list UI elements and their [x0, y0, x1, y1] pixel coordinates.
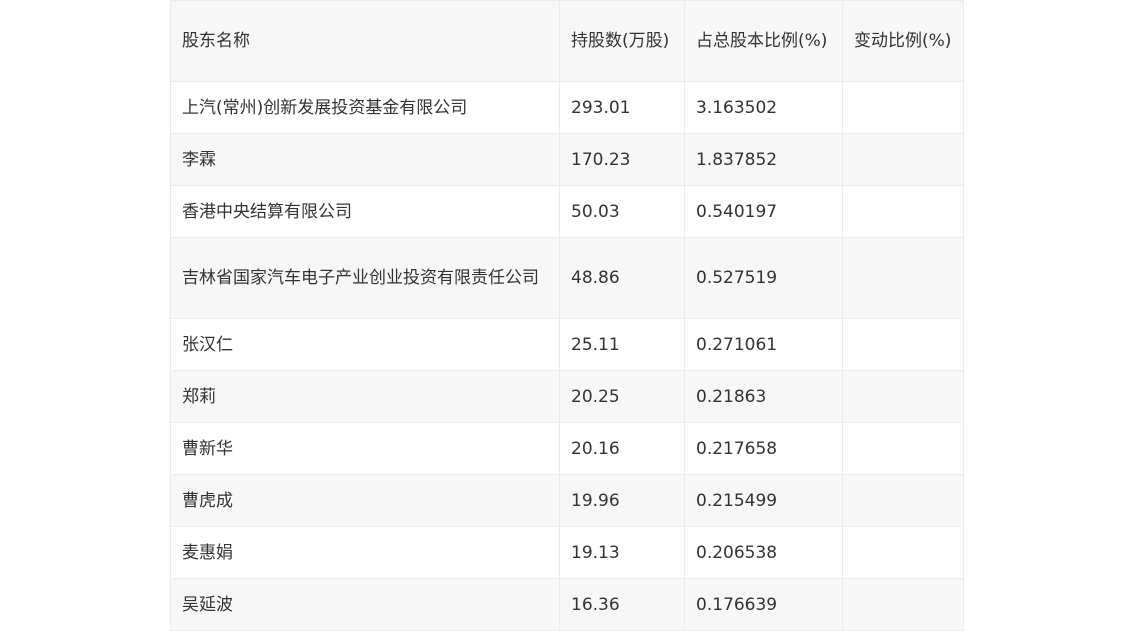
table-row: 吴延波 16.36 0.176639: [170, 578, 964, 631]
cell-share-ratio: 0.271061: [684, 318, 843, 371]
table-row: 吉林省国家汽车电子产业创业投资有限责任公司 48.86 0.527519: [170, 237, 964, 319]
cell-shares-held: 20.25: [559, 370, 685, 423]
table-row: 郑莉 20.25 0.21863: [170, 370, 964, 423]
cell-shareholder-name: 上汽(常州)创新发展投资基金有限公司: [170, 81, 560, 134]
table-row: 李霖 170.23 1.837852: [170, 133, 964, 186]
cell-shares-held: 170.23: [559, 133, 685, 186]
cell-change-ratio: [842, 237, 964, 319]
cell-change-ratio: [842, 133, 964, 186]
table-row: 张汉仁 25.11 0.271061: [170, 318, 964, 371]
table-row: 曹新华 20.16 0.217658: [170, 422, 964, 475]
table-header: 股东名称 持股数(万股) 占总股本比例(%) 变动比例(%): [170, 0, 964, 82]
cell-change-ratio: [842, 318, 964, 371]
cell-shareholder-name: 曹虎成: [170, 474, 560, 527]
header-change-ratio: 变动比例(%): [842, 0, 964, 82]
shareholder-table-container: 股东名称 持股数(万股) 占总股本比例(%) 变动比例(%) 上汽(常州)创新发…: [170, 0, 964, 631]
cell-change-ratio: [842, 81, 964, 134]
cell-share-ratio: 0.527519: [684, 237, 843, 319]
header-shareholder-name: 股东名称: [170, 0, 560, 82]
table-row: 麦惠娟 19.13 0.206538: [170, 526, 964, 579]
header-shares-held: 持股数(万股): [559, 0, 685, 82]
cell-shares-held: 48.86: [559, 237, 685, 319]
cell-shareholder-name: 吴延波: [170, 578, 560, 631]
cell-change-ratio: [842, 578, 964, 631]
cell-share-ratio: 0.176639: [684, 578, 843, 631]
cell-shareholder-name: 香港中央结算有限公司: [170, 185, 560, 238]
cell-shares-held: 19.13: [559, 526, 685, 579]
cell-shareholder-name: 曹新华: [170, 422, 560, 475]
cell-shares-held: 50.03: [559, 185, 685, 238]
cell-shareholder-name: 麦惠娟: [170, 526, 560, 579]
cell-shares-held: 25.11: [559, 318, 685, 371]
cell-share-ratio: 0.215499: [684, 474, 843, 527]
cell-share-ratio: 0.21863: [684, 370, 843, 423]
cell-shares-held: 16.36: [559, 578, 685, 631]
cell-change-ratio: [842, 422, 964, 475]
header-share-ratio: 占总股本比例(%): [684, 0, 843, 82]
cell-change-ratio: [842, 526, 964, 579]
cell-share-ratio: 0.206538: [684, 526, 843, 579]
cell-change-ratio: [842, 474, 964, 527]
table-row: 曹虎成 19.96 0.215499: [170, 474, 964, 527]
cell-shareholder-name: 郑莉: [170, 370, 560, 423]
cell-share-ratio: 1.837852: [684, 133, 843, 186]
cell-share-ratio: 0.540197: [684, 185, 843, 238]
cell-shareholder-name: 吉林省国家汽车电子产业创业投资有限责任公司: [170, 237, 560, 319]
cell-change-ratio: [842, 185, 964, 238]
cell-shareholder-name: 李霖: [170, 133, 560, 186]
table-row: 香港中央结算有限公司 50.03 0.540197: [170, 185, 964, 238]
cell-change-ratio: [842, 370, 964, 423]
shareholder-table: 股东名称 持股数(万股) 占总股本比例(%) 变动比例(%) 上汽(常州)创新发…: [170, 0, 964, 631]
table-row: 上汽(常州)创新发展投资基金有限公司 293.01 3.163502: [170, 81, 964, 134]
cell-share-ratio: 3.163502: [684, 81, 843, 134]
cell-shares-held: 20.16: [559, 422, 685, 475]
cell-shares-held: 293.01: [559, 81, 685, 134]
table-body: 上汽(常州)创新发展投资基金有限公司 293.01 3.163502 李霖 17…: [170, 81, 964, 631]
cell-shares-held: 19.96: [559, 474, 685, 527]
cell-shareholder-name: 张汉仁: [170, 318, 560, 371]
cell-share-ratio: 0.217658: [684, 422, 843, 475]
header-row: 股东名称 持股数(万股) 占总股本比例(%) 变动比例(%): [170, 0, 964, 82]
